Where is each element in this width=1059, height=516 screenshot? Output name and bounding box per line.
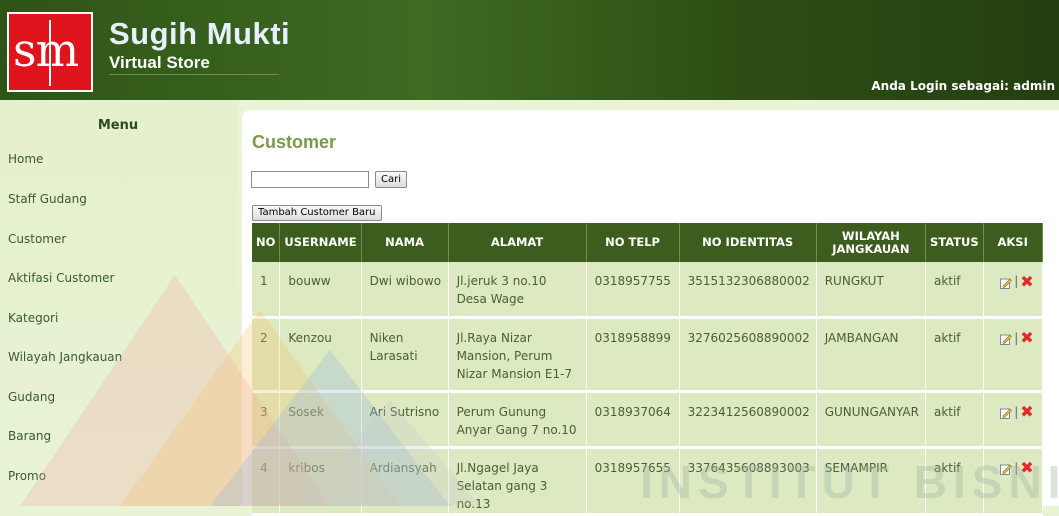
cell-identitas: 3276025608890002 — [679, 317, 817, 393]
delete-icon[interactable]: ✖ — [1020, 404, 1033, 420]
cell-alamat: Jl.Raya Nizar Mansion, Perum Nizar Mansi… — [448, 317, 587, 393]
cell-telp: 0318957655 — [586, 447, 680, 516]
action-separator: | — [1014, 460, 1019, 475]
search-button[interactable]: Cari — [375, 171, 407, 188]
column-header-no-telp: NO TELP — [586, 223, 680, 262]
table-row: 1 bouww Dwi wibowo Jl.jeruk 3 no.10 Desa… — [252, 262, 1043, 319]
sidebar-item-staff-gudang[interactable]: Staff Gudang — [8, 192, 87, 206]
action-separator: | — [1014, 330, 1019, 345]
brand-underline — [109, 74, 279, 75]
cell-no: 1 — [252, 262, 281, 319]
cell-identitas: 3515132306880002 — [679, 262, 817, 319]
cell-username: bouww — [279, 262, 362, 319]
cell-nama: Niken Larasati — [361, 317, 449, 393]
cell-status: aktif — [925, 262, 984, 319]
search-input[interactable] — [251, 171, 369, 188]
delete-icon[interactable]: ✖ — [1020, 460, 1033, 476]
add-customer-button[interactable]: Tambah Customer Baru — [252, 205, 382, 221]
delete-icon[interactable]: ✖ — [1020, 330, 1033, 346]
sidebar-item-customer[interactable]: Customer — [8, 232, 66, 246]
cell-no: 4 — [252, 447, 281, 516]
column-header-username: USERNAME — [279, 223, 362, 262]
edit-icon[interactable] — [1000, 462, 1013, 475]
cell-alamat: Jl.Ngagel Jaya Selatan gang 3 no.13 — [448, 447, 587, 516]
edit-icon[interactable] — [1000, 406, 1013, 419]
cell-nama: Ardiansyah — [361, 447, 449, 516]
login-info: Anda Login sebagai: admin — [871, 79, 1055, 93]
cell-status: aktif — [925, 447, 984, 516]
cell-status: aktif — [925, 317, 984, 393]
table-row: 2 Kenzou Niken Larasati Jl.Raya Nizar Ma… — [252, 317, 1043, 393]
action-separator: | — [1014, 404, 1019, 419]
action-separator: | — [1014, 274, 1019, 288]
cell-wilayah: JAMBANGAN — [816, 317, 926, 393]
cell-nama: Dwi wibowo — [361, 262, 449, 319]
column-header-no: NO — [252, 223, 281, 262]
brand-subtitle: Virtual Store — [109, 53, 210, 72]
cell-username: kribos — [279, 447, 362, 516]
sidebar-item-kategori[interactable]: Kategori — [8, 311, 58, 325]
column-header-no-identitas: NO IDENTITAS — [679, 223, 817, 262]
table-header-row: NO USERNAME NAMA ALAMAT NO TELP NO IDENT… — [252, 223, 1043, 262]
header-banner: sm Sugih Mukti Virtual Store Anda Login … — [0, 0, 1059, 100]
cell-nama: Ari Sutrisno — [361, 391, 449, 449]
cell-wilayah: RUNGKUT — [816, 262, 926, 319]
cell-alamat: Jl.jeruk 3 no.10 Desa Wage — [448, 262, 587, 319]
sidebar-item-wilayah-jangkauan[interactable]: Wilayah Jangkauan — [8, 350, 122, 364]
main-content: Customer Cari Tambah Customer Baru NO US… — [242, 110, 1059, 516]
table-row: 4 kribos Ardiansyah Jl.Ngagel Jaya Selat… — [252, 447, 1043, 516]
column-header-aksi: AKSI — [983, 223, 1043, 262]
sidebar-item-gudang[interactable]: Gudang — [8, 390, 55, 404]
cell-aksi: | ✖ — [983, 317, 1043, 393]
cell-wilayah: GUNUNGANYAR — [816, 391, 926, 449]
sidebar-item-promo[interactable]: Promo — [8, 469, 46, 483]
cell-identitas: 3223412560890002 — [679, 391, 817, 449]
page-title: Customer — [252, 132, 337, 152]
cell-telp: 0318958899 — [586, 317, 680, 393]
logo-text: sm — [13, 23, 79, 77]
cell-aksi: | ✖ — [983, 447, 1043, 516]
cell-no: 3 — [252, 391, 281, 449]
table-row: 3 Sosek Ari Sutrisno Perum Gunung Anyar … — [252, 391, 1043, 449]
edit-icon[interactable] — [1000, 276, 1013, 289]
column-header-status: STATUS — [925, 223, 984, 262]
cell-telp: 0318957755 — [586, 262, 680, 319]
brand-name: Sugih Mukti — [109, 16, 291, 51]
column-header-nama: NAMA — [361, 223, 449, 262]
cell-no: 2 — [252, 317, 281, 393]
delete-icon[interactable]: ✖ — [1020, 273, 1033, 289]
cell-username: Kenzou — [279, 317, 362, 393]
menu-title: Menu — [97, 118, 139, 133]
sidebar: Menu Home Staff Gudang Customer Aktifasi… — [0, 100, 238, 506]
sidebar-item-aktifasi-customer[interactable]: Aktifasi Customer — [8, 271, 114, 285]
column-header-wilayah: WILAYAH JANGKAUAN — [816, 223, 926, 262]
edit-icon[interactable] — [1000, 332, 1013, 345]
sidebar-item-barang[interactable]: Barang — [8, 429, 51, 443]
cell-telp: 0318937064 — [586, 391, 680, 449]
column-header-alamat: ALAMAT — [448, 223, 587, 262]
cell-status: aktif — [925, 391, 984, 449]
logo: sm — [7, 12, 93, 92]
sidebar-item-home[interactable]: Home — [8, 152, 43, 166]
cell-wilayah: SEMAMPIR — [816, 447, 926, 516]
cell-aksi: | ✖ — [983, 391, 1043, 449]
cell-aksi: | ✖ — [983, 262, 1043, 319]
cell-username: Sosek — [279, 391, 362, 449]
cell-alamat: Perum Gunung Anyar Gang 7 no.10 — [448, 391, 587, 449]
customer-table: NO USERNAME NAMA ALAMAT NO TELP NO IDENT… — [252, 223, 1043, 516]
cell-identitas: 3376435608893003 — [679, 447, 817, 516]
